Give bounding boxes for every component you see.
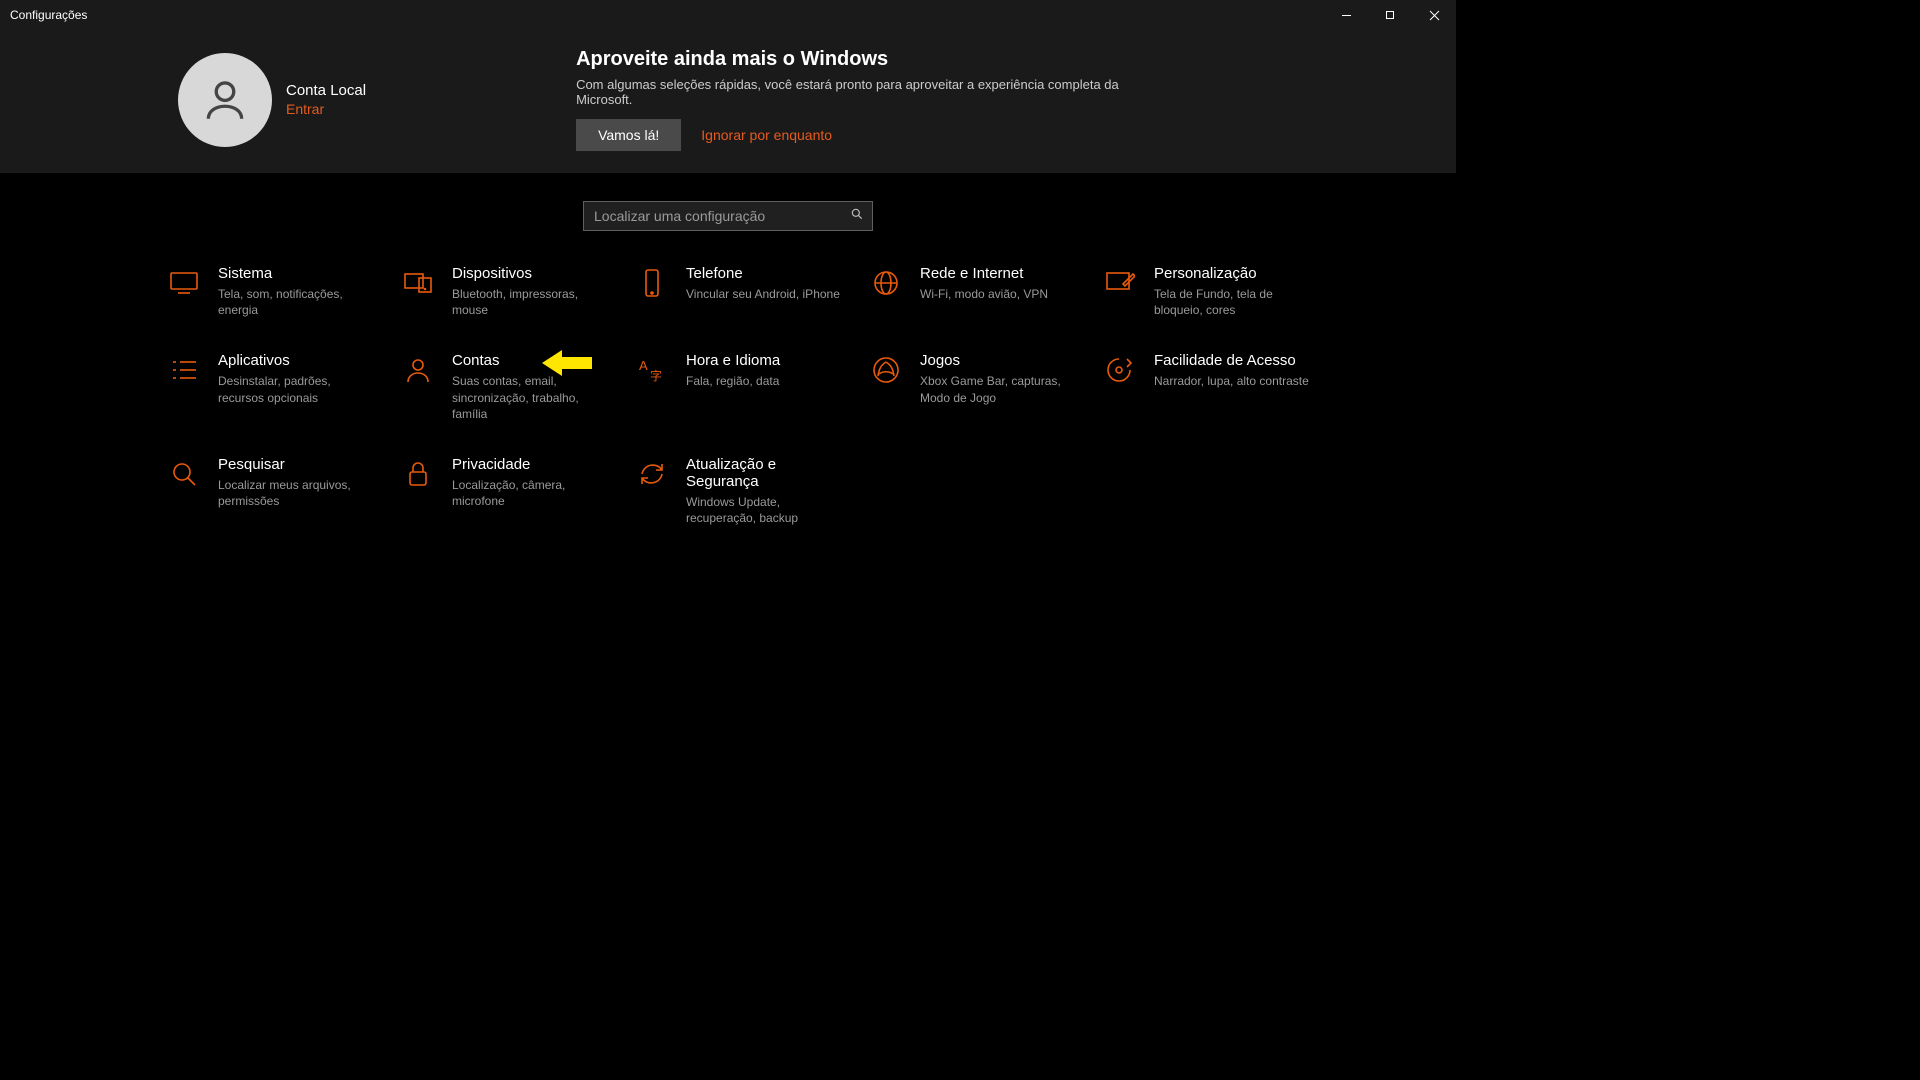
time-language-icon: A字 xyxy=(636,354,668,386)
promo-secondary-link[interactable]: Ignorar por enquanto xyxy=(701,127,832,143)
svg-text:字: 字 xyxy=(650,368,662,383)
user-icon xyxy=(200,75,250,125)
tile-update[interactable]: Atualização e Segurança Windows Update, … xyxy=(636,456,864,526)
window-title: Configurações xyxy=(10,8,87,22)
search-input[interactable] xyxy=(594,208,850,224)
accounts-icon xyxy=(402,354,434,386)
tile-ease[interactable]: Facilidade de Acesso Narrador, lupa, alt… xyxy=(1104,352,1332,422)
tile-label: Personalização xyxy=(1154,265,1314,282)
account-name: Conta Local xyxy=(286,82,366,99)
tile-desc: Desinstalar, padrões, recursos opcionais xyxy=(218,373,378,405)
tile-label: Pesquisar xyxy=(218,456,378,473)
tile-desc: Windows Update, recuperação, backup xyxy=(686,494,846,526)
tile-gaming[interactable]: Jogos Xbox Game Bar, capturas, Modo de J… xyxy=(870,352,1098,422)
promo-text: Com algumas seleções rápidas, você estar… xyxy=(576,77,1176,107)
tile-accounts[interactable]: Contas Suas contas, email, sincronização… xyxy=(402,352,630,422)
titlebar: Configurações xyxy=(0,0,1456,30)
privacy-icon xyxy=(402,458,434,490)
window-controls xyxy=(1324,0,1456,30)
apps-icon xyxy=(168,354,200,386)
tile-desc: Bluetooth, impressoras, mouse xyxy=(452,286,612,318)
tile-label: Facilidade de Acesso xyxy=(1154,352,1309,369)
ease-of-access-icon xyxy=(1104,354,1136,386)
tile-label: Aplicativos xyxy=(218,352,378,369)
tile-desc: Narrador, lupa, alto contraste xyxy=(1154,373,1309,389)
tile-label: Dispositivos xyxy=(452,265,612,282)
signin-link[interactable]: Entrar xyxy=(286,101,366,117)
tile-label: Sistema xyxy=(218,265,378,282)
tile-time[interactable]: A字 Hora e Idioma Fala, região, data xyxy=(636,352,864,422)
tile-privacy[interactable]: Privacidade Localização, câmera, microfo… xyxy=(402,456,630,526)
tile-desc: Xbox Game Bar, capturas, Modo de Jogo xyxy=(920,373,1080,405)
phone-icon xyxy=(636,267,668,299)
tile-phone[interactable]: Telefone Vincular seu Android, iPhone xyxy=(636,265,864,318)
tile-desc: Wi-Fi, modo avião, VPN xyxy=(920,286,1048,302)
tile-apps[interactable]: Aplicativos Desinstalar, padrões, recurs… xyxy=(168,352,396,422)
tile-label: Telefone xyxy=(686,265,840,282)
tile-desc: Localização, câmera, microfone xyxy=(452,477,612,509)
promo-primary-button[interactable]: Vamos lá! xyxy=(576,119,681,151)
tile-personalization[interactable]: Personalização Tela de Fundo, tela de bl… xyxy=(1104,265,1332,318)
header-band: Conta Local Entrar Aproveite ainda mais … xyxy=(0,30,1456,173)
tile-label: Hora e Idioma xyxy=(686,352,780,369)
network-icon xyxy=(870,267,902,299)
promo-block: Aproveite ainda mais o Windows Com algum… xyxy=(576,48,1176,151)
system-icon xyxy=(168,267,200,299)
tile-label: Privacidade xyxy=(452,456,612,473)
tile-desc: Localizar meus arquivos, permissões xyxy=(218,477,378,509)
tile-network[interactable]: Rede e Internet Wi-Fi, modo avião, VPN xyxy=(870,265,1098,318)
update-icon xyxy=(636,458,668,490)
tile-desc: Tela, som, notificações, energia xyxy=(218,286,378,318)
close-button[interactable] xyxy=(1412,0,1456,30)
personalization-icon xyxy=(1104,267,1136,299)
tile-label: Atualização e Segurança xyxy=(686,456,846,490)
tile-label: Jogos xyxy=(920,352,1080,369)
maximize-button[interactable] xyxy=(1368,0,1412,30)
tile-search[interactable]: Pesquisar Localizar meus arquivos, permi… xyxy=(168,456,396,526)
tile-desc: Tela de Fundo, tela de bloqueio, cores xyxy=(1154,286,1314,318)
tile-desc: Fala, região, data xyxy=(686,373,780,389)
minimize-button[interactable] xyxy=(1324,0,1368,30)
account-block: Conta Local Entrar xyxy=(286,82,366,117)
devices-icon xyxy=(402,267,434,299)
tile-label: Rede e Internet xyxy=(920,265,1048,282)
promo-title: Aproveite ainda mais o Windows xyxy=(576,48,1176,71)
svg-text:A: A xyxy=(639,358,648,373)
search-box[interactable] xyxy=(583,201,873,231)
annotation-arrow-icon xyxy=(542,348,592,383)
tile-devices[interactable]: Dispositivos Bluetooth, impressoras, mou… xyxy=(402,265,630,318)
tile-system[interactable]: Sistema Tela, som, notificações, energia xyxy=(168,265,396,318)
user-avatar[interactable] xyxy=(178,53,272,147)
search-wrap xyxy=(0,201,1456,231)
search-icon xyxy=(850,207,864,226)
gaming-icon xyxy=(870,354,902,386)
settings-grid: Sistema Tela, som, notificações, energia… xyxy=(138,265,1318,526)
tile-desc: Vincular seu Android, iPhone xyxy=(686,286,840,302)
search-category-icon xyxy=(168,458,200,490)
